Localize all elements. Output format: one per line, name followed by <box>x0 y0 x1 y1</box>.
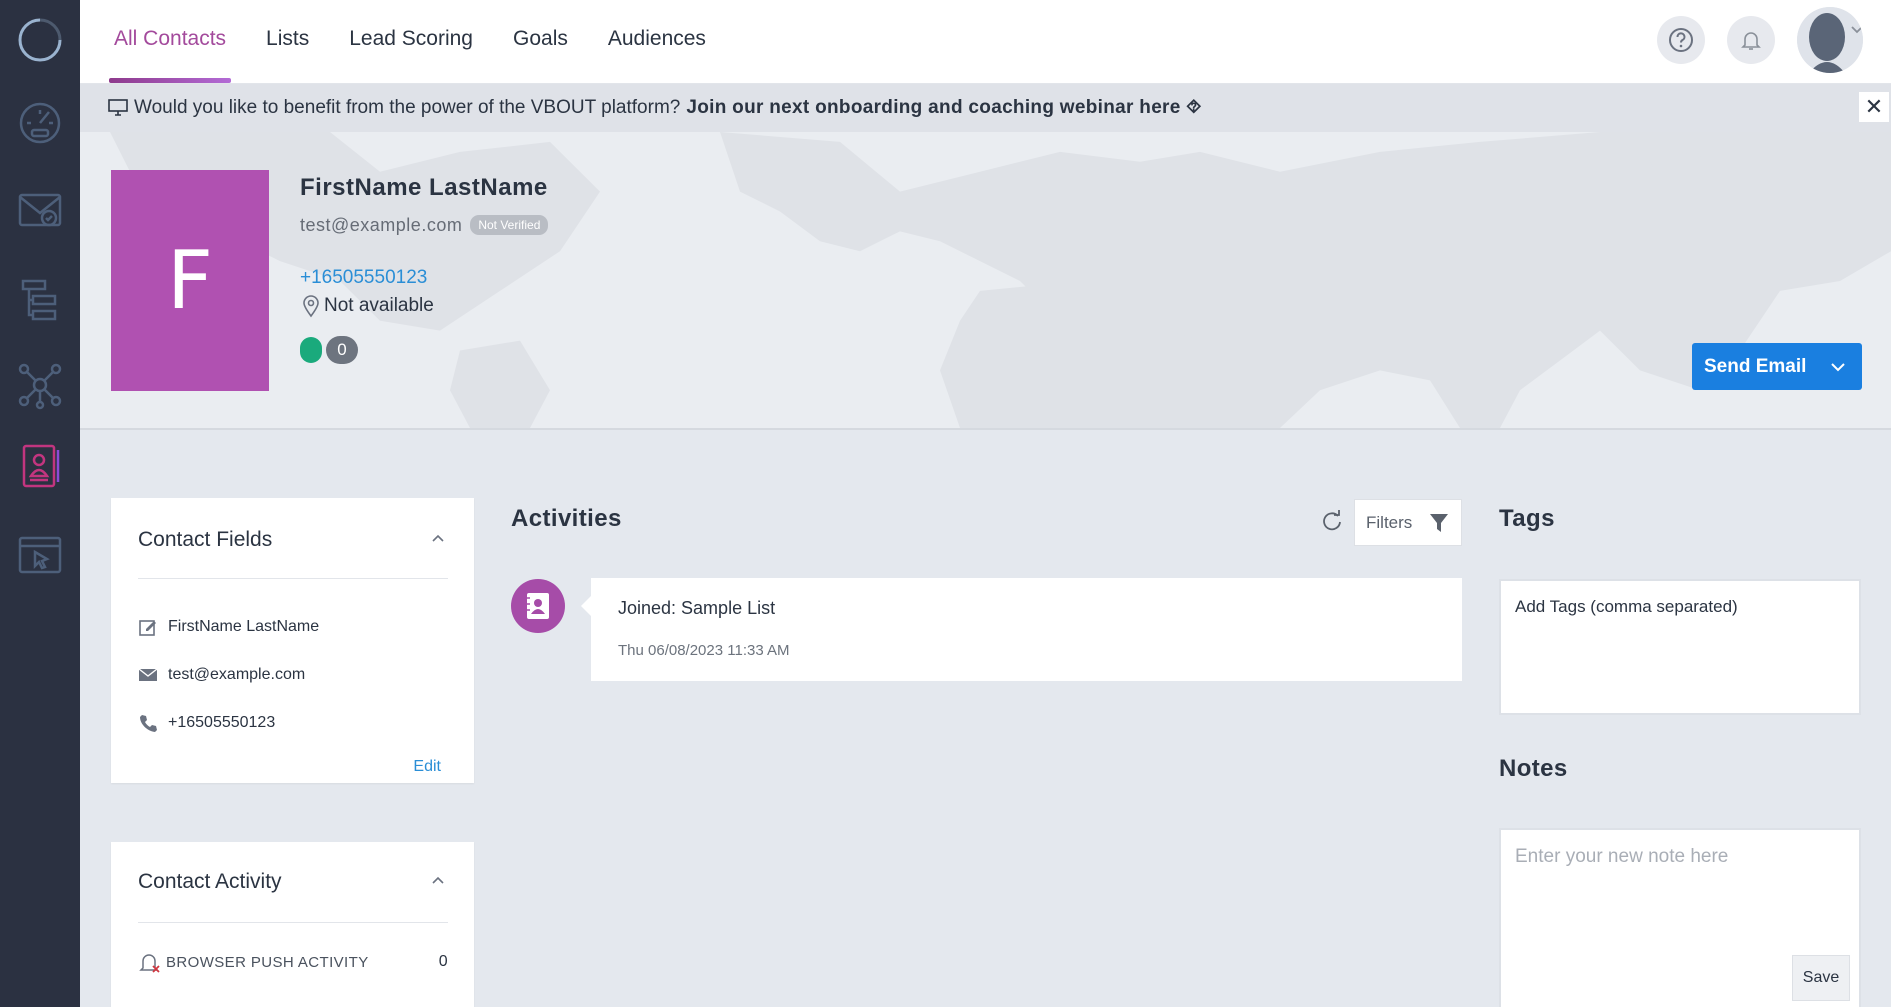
tab-all-contacts[interactable]: All Contacts <box>108 0 232 84</box>
field-phone-value: +16505550123 <box>168 714 276 731</box>
contact-fields-card: Contact Fields FirstName LastName test@e… <box>111 498 474 783</box>
chevron-up-icon[interactable] <box>430 872 446 888</box>
funnel-icon <box>1430 514 1448 532</box>
activity-label: BROWSER PUSH ACTIVITY <box>166 953 369 971</box>
contact-initial-avatar: F <box>111 170 269 391</box>
contacts-icon[interactable] <box>0 435 80 495</box>
field-name-value: FirstName LastName <box>168 618 320 635</box>
banner-close-button[interactable]: ✕ <box>1859 92 1889 122</box>
chevron-up-icon[interactable] <box>430 530 446 546</box>
location-text: Not available <box>324 295 434 316</box>
avatar-silhouette-icon <box>1797 7 1863 73</box>
sidebar <box>0 0 80 1007</box>
send-email-label: Send Email <box>1704 355 1807 377</box>
edit-fields-link[interactable]: Edit <box>413 758 441 776</box>
save-note-button[interactable]: Save <box>1792 955 1850 1001</box>
help-button[interactable] <box>1657 16 1705 64</box>
user-avatar[interactable] <box>1797 7 1863 73</box>
activity-timestamp: Thu 06/08/2023 11:33 AM <box>618 642 790 659</box>
tab-audiences[interactable]: Audiences <box>608 0 706 84</box>
activity-text: Joined: Sample List <box>618 598 776 618</box>
help-icon <box>1669 28 1693 52</box>
contact-fields-title: Contact Fields <box>138 528 273 551</box>
activity-item: Joined: Sample List Thu 06/08/2023 11:33… <box>581 578 1462 681</box>
activity-count: 0 <box>438 953 448 970</box>
notes-title: Notes <box>1499 755 1568 782</box>
banner-text: Would you like to benefit from the power… <box>134 97 681 118</box>
landing-page-icon[interactable] <box>0 525 80 585</box>
phone-icon <box>140 715 157 732</box>
activity-contact-icon <box>511 579 565 633</box>
bell-icon <box>1741 32 1761 50</box>
edit-name-icon <box>139 620 156 636</box>
notifications-button[interactable] <box>1727 16 1775 64</box>
field-email-row: test@example.com <box>138 665 305 685</box>
monitor-icon <box>108 99 128 116</box>
contact-phone-link[interactable]: +16505550123 <box>300 267 427 289</box>
send-email-button[interactable]: Send Email <box>1692 343 1862 390</box>
status-dot <box>300 337 322 363</box>
field-phone-row: +16505550123 <box>138 713 275 733</box>
divider <box>138 578 448 579</box>
field-name-row: FirstName LastName <box>138 617 319 637</box>
activities-title: Activities <box>511 505 622 532</box>
contact-email-line: test@example.com Not Verified <box>300 215 549 236</box>
contact-email: test@example.com <box>300 215 463 235</box>
refresh-icon[interactable] <box>1321 510 1343 532</box>
network-hub-icon[interactable] <box>0 355 80 415</box>
tags-title: Tags <box>1499 505 1555 532</box>
chevron-down-icon <box>1831 363 1845 372</box>
filters-label: Filters <box>1366 512 1413 532</box>
contact-activity-card: Contact Activity BROWSER PUSH ACTIVITY 0 <box>111 842 474 1007</box>
filters-button[interactable]: Filters <box>1354 499 1462 546</box>
tags-input[interactable]: Add Tags (comma separated) <box>1499 579 1861 715</box>
tab-lead-scoring[interactable]: Lead Scoring <box>349 0 473 84</box>
contact-status-indicators: 0 <box>300 336 358 364</box>
webinar-banner: Would you like to benefit from the power… <box>80 84 1891 132</box>
contact-location: Not available <box>300 294 434 318</box>
dashboard-gauge-icon[interactable] <box>0 93 80 153</box>
not-verified-badge: Not Verified <box>470 215 549 235</box>
email-campaign-icon[interactable] <box>0 180 80 240</box>
tab-lists[interactable]: Lists <box>266 0 309 84</box>
location-pin-icon <box>303 295 319 318</box>
top-navigation: All Contacts Lists Lead Scoring Goals Au… <box>80 0 1891 84</box>
contacts-tabs: All Contacts Lists Lead Scoring Goals Au… <box>108 0 746 84</box>
score-count-badge: 0 <box>326 336 358 364</box>
envelope-icon <box>138 668 158 681</box>
contact-name: FirstName LastName <box>300 174 548 201</box>
divider <box>138 922 448 923</box>
profile-header: F FirstName LastName test@example.com Not… <box>80 132 1891 430</box>
contact-activity-title: Contact Activity <box>138 870 282 893</box>
bell-off-icon <box>139 954 160 973</box>
workflow-icon[interactable] <box>0 270 80 330</box>
browser-push-activity-row: BROWSER PUSH ACTIVITY 0 <box>138 950 448 974</box>
field-email-value: test@example.com <box>168 666 306 683</box>
banner-webinar-link[interactable]: Join our next onboarding and coaching we… <box>686 97 1201 119</box>
chevron-down-icon <box>1851 26 1863 34</box>
logo-ring-icon[interactable] <box>0 10 80 70</box>
tab-goals[interactable]: Goals <box>513 0 568 84</box>
